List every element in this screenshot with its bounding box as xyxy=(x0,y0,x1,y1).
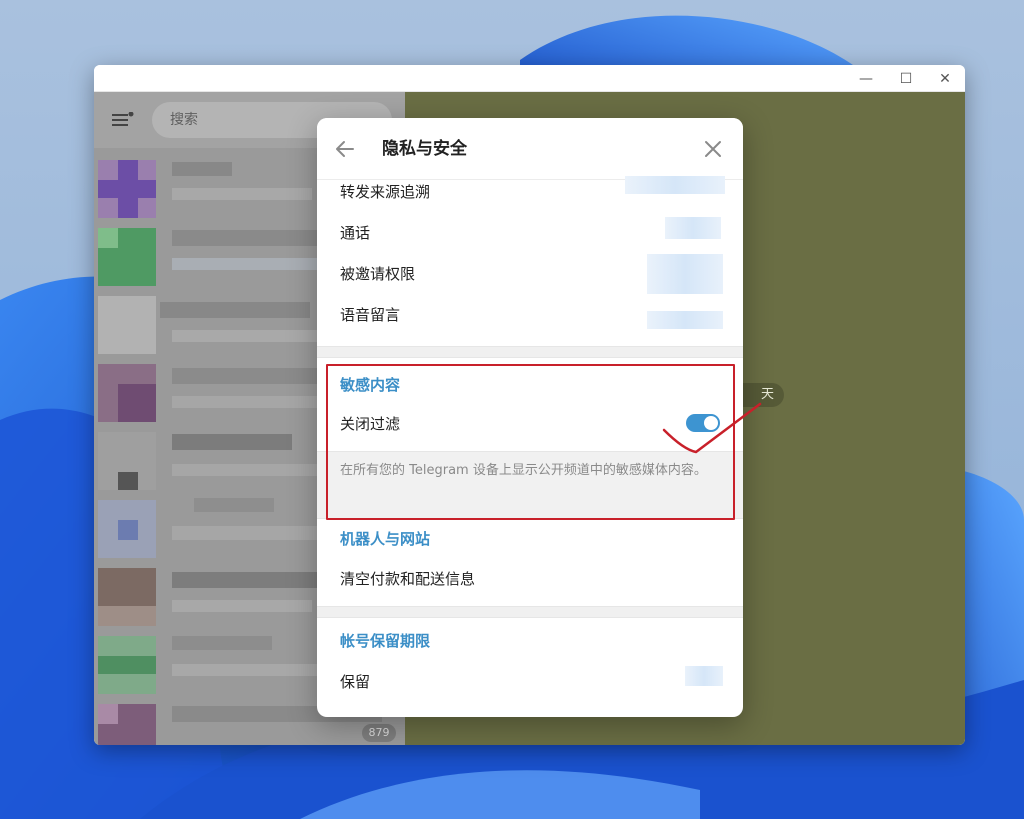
window-close-icon: ✕ xyxy=(939,70,951,87)
row-label: 清空付款和配送信息 xyxy=(340,570,476,588)
avatar xyxy=(98,432,156,490)
minimize-icon: — xyxy=(859,70,873,87)
row-value xyxy=(665,217,721,239)
row-value xyxy=(685,666,723,686)
forward-source-row[interactable]: 转发来源追溯 xyxy=(317,172,743,213)
avatar xyxy=(98,364,156,422)
close-icon[interactable] xyxy=(700,136,726,162)
retention-row[interactable]: 保留 xyxy=(317,662,743,703)
row-value xyxy=(625,176,725,194)
row-label: 通话 xyxy=(340,224,371,242)
avatar xyxy=(98,704,156,745)
minimize-button[interactable]: — xyxy=(846,65,886,92)
avatar xyxy=(98,228,156,286)
maximize-icon: ☐ xyxy=(899,70,913,87)
bots-websites-section-title: 机器人与网站 xyxy=(340,530,431,548)
maximize-button[interactable]: ☐ xyxy=(886,65,926,92)
row-label: 保留 xyxy=(340,673,371,691)
avatar xyxy=(98,160,156,218)
window-close-button[interactable]: ✕ xyxy=(925,65,965,92)
invite-permission-row[interactable]: 被邀请权限 xyxy=(317,254,743,295)
clear-payment-info-row[interactable]: 清空付款和配送信息 xyxy=(317,559,743,600)
avatar xyxy=(98,500,156,558)
row-value xyxy=(647,254,723,294)
row-label: 转发来源追溯 xyxy=(340,183,431,201)
row-label: 语音留言 xyxy=(340,306,401,324)
unread-count-badge: 879 xyxy=(362,724,396,742)
avatar xyxy=(98,568,156,626)
row-value xyxy=(647,311,723,329)
title-bar: — ☐ ✕ xyxy=(94,65,965,92)
dialog-title: 隐私与安全 xyxy=(382,139,467,159)
avatar xyxy=(98,636,156,694)
section-divider xyxy=(317,606,743,618)
hamburger-menu-icon[interactable] xyxy=(112,112,134,128)
voice-message-row[interactable]: 语音留言 xyxy=(317,295,743,336)
calls-row[interactable]: 通话 xyxy=(317,213,743,254)
account-retention-section-title: 帐号保留期限 xyxy=(340,632,431,650)
row-label: 被邀请权限 xyxy=(340,265,416,283)
back-arrow-icon[interactable] xyxy=(332,136,358,162)
dialog-header: 隐私与安全 xyxy=(317,118,743,180)
section-divider xyxy=(317,346,743,358)
avatar xyxy=(98,296,156,354)
checkmark-annotation-icon xyxy=(662,402,762,454)
